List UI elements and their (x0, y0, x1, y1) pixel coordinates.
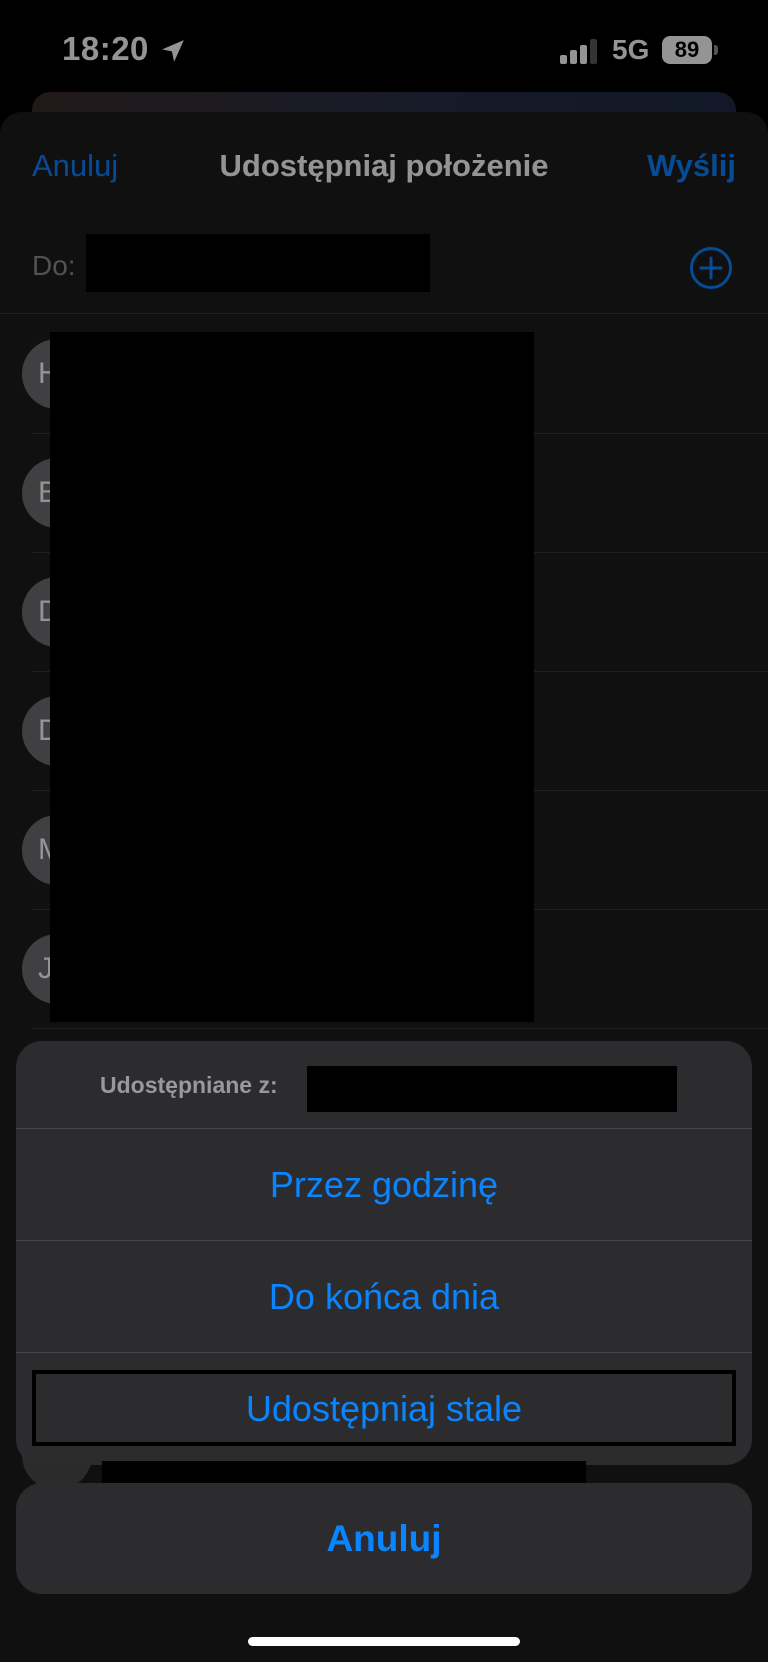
action-sheet: Udostępniane z: Przez godzinę Do końca d… (16, 1041, 752, 1465)
home-indicator[interactable] (248, 1637, 520, 1646)
option-share-indefinitely-label: Udostępniaj stale (245, 1387, 523, 1429)
shared-from-redacted (307, 1066, 677, 1112)
action-cancel-button[interactable]: Anuluj (16, 1483, 752, 1594)
shared-from-label: Udostępniane z: (100, 1072, 278, 1098)
action-sheet-header: Udostępniane z: (16, 1041, 752, 1128)
option-share-indefinitely-button[interactable]: Udostępniaj stale (16, 1352, 752, 1464)
option-one-hour-button[interactable]: Przez godzinę (16, 1128, 752, 1240)
option-end-of-day-button[interactable]: Do końca dnia (16, 1240, 752, 1352)
